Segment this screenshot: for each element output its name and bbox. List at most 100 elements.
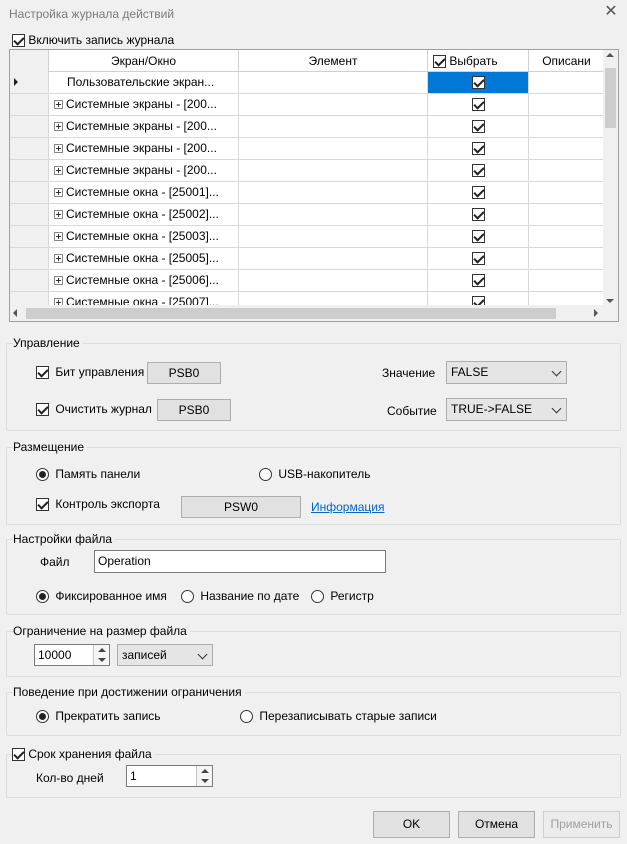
export-control-checkbox[interactable]: Контроль экспорта bbox=[36, 497, 160, 512]
days-stepper[interactable]: 1 bbox=[126, 765, 213, 787]
size-limit-stepper[interactable]: 10000 bbox=[34, 644, 110, 666]
table-row[interactable]: Системные окна - [25005]... bbox=[10, 248, 605, 270]
row-select-checkbox[interactable] bbox=[471, 186, 485, 200]
checkbox-icon[interactable] bbox=[12, 34, 25, 48]
stepper-up-icon[interactable] bbox=[94, 645, 109, 655]
date-name-radio[interactable]: Название по дате bbox=[181, 589, 299, 604]
select-cell[interactable] bbox=[428, 94, 529, 115]
ok-button[interactable]: OK bbox=[373, 811, 450, 838]
description-cell[interactable] bbox=[529, 138, 605, 159]
scroll-left-icon[interactable] bbox=[13, 309, 17, 317]
radio-icon[interactable] bbox=[36, 468, 49, 482]
description-cell[interactable] bbox=[529, 226, 605, 247]
row-header[interactable] bbox=[10, 94, 49, 115]
panel-memory-radio[interactable]: Память панели bbox=[36, 467, 140, 482]
row-select-checkbox[interactable] bbox=[471, 76, 485, 90]
select-cell[interactable] bbox=[428, 138, 529, 159]
row-select-checkbox[interactable] bbox=[471, 98, 485, 112]
event-select[interactable]: TRUE->FALSE bbox=[446, 398, 567, 421]
table-row[interactable]: Системные экраны - [200... bbox=[10, 116, 605, 138]
row-select-checkbox[interactable] bbox=[471, 120, 485, 134]
screens-grid[interactable]: Экран/Окно Элемент Выбрать Описани Польз… bbox=[9, 49, 619, 322]
screen-cell[interactable]: Системные экраны - [200... bbox=[49, 94, 239, 115]
grid-horizontal-scrollbar[interactable] bbox=[10, 305, 618, 321]
register-radio[interactable]: Регистр bbox=[311, 589, 374, 604]
apply-button[interactable]: Применить bbox=[543, 811, 620, 838]
radio-icon[interactable] bbox=[181, 590, 194, 604]
select-cell[interactable] bbox=[428, 182, 529, 203]
description-cell[interactable] bbox=[529, 94, 605, 115]
screen-cell[interactable]: Системные экраны - [200... bbox=[49, 116, 239, 137]
expand-icon[interactable] bbox=[54, 166, 63, 176]
fixed-name-radio[interactable]: Фиксированное имя bbox=[36, 589, 167, 604]
element-cell[interactable] bbox=[239, 270, 428, 291]
description-cell[interactable] bbox=[529, 116, 605, 137]
row-header[interactable] bbox=[10, 204, 49, 225]
screen-cell[interactable]: Пользовательские экран... bbox=[49, 72, 239, 93]
enable-logging-checkbox[interactable]: Включить запись журнала bbox=[12, 33, 174, 48]
control-bit-address[interactable]: PSB0 bbox=[147, 362, 221, 384]
description-cell[interactable] bbox=[529, 182, 605, 203]
row-header[interactable] bbox=[10, 72, 49, 93]
expand-icon[interactable] bbox=[54, 232, 63, 242]
screen-cell[interactable]: Системные окна - [25001]... bbox=[49, 182, 239, 203]
description-cell[interactable] bbox=[529, 204, 605, 225]
element-cell[interactable] bbox=[239, 138, 428, 159]
control-bit-checkbox[interactable]: Бит управления bbox=[36, 365, 144, 380]
stepper-buttons[interactable] bbox=[196, 766, 212, 786]
checkbox-icon[interactable] bbox=[36, 498, 49, 512]
stop-recording-radio[interactable]: Прекратить запись bbox=[36, 709, 161, 724]
row-header[interactable] bbox=[10, 248, 49, 269]
select-cell[interactable] bbox=[428, 116, 529, 137]
table-row[interactable]: Пользовательские экран... bbox=[10, 72, 605, 94]
checkbox-icon[interactable] bbox=[12, 748, 25, 762]
expand-icon[interactable] bbox=[54, 188, 63, 198]
retention-checkbox[interactable]: Срок хранения файла bbox=[12, 747, 155, 762]
checkbox-icon[interactable] bbox=[36, 366, 49, 380]
screen-cell[interactable]: Системные экраны - [200... bbox=[49, 138, 239, 159]
column-header-select[interactable]: Выбрать bbox=[428, 50, 529, 72]
expand-icon[interactable] bbox=[54, 276, 63, 286]
value-select[interactable]: FALSE bbox=[446, 361, 567, 384]
usb-radio[interactable]: USB-накопитель bbox=[259, 467, 370, 482]
horizontal-scroll-thumb[interactable] bbox=[26, 308, 556, 319]
row-header[interactable] bbox=[10, 270, 49, 291]
screen-cell[interactable]: Системные окна - [25006]... bbox=[49, 270, 239, 291]
select-all-checkbox[interactable] bbox=[433, 55, 446, 69]
screen-cell[interactable]: Системные окна - [25002]... bbox=[49, 204, 239, 225]
row-select-checkbox[interactable] bbox=[471, 230, 485, 244]
row-header[interactable] bbox=[10, 138, 49, 159]
column-header-screen[interactable]: Экран/Окно bbox=[49, 50, 239, 72]
expand-icon[interactable] bbox=[54, 210, 63, 220]
radio-icon[interactable] bbox=[36, 710, 49, 724]
file-name-input[interactable]: Operation bbox=[94, 550, 386, 573]
row-select-checkbox[interactable] bbox=[471, 142, 485, 156]
description-cell[interactable] bbox=[529, 160, 605, 181]
table-row[interactable]: Системные окна - [25001]... bbox=[10, 182, 605, 204]
table-row[interactable]: Системные экраны - [200... bbox=[10, 138, 605, 160]
row-select-checkbox[interactable] bbox=[471, 252, 485, 266]
expand-icon[interactable] bbox=[54, 122, 63, 132]
vertical-scroll-thumb[interactable] bbox=[605, 68, 616, 128]
row-header[interactable] bbox=[10, 182, 49, 203]
select-cell[interactable] bbox=[428, 72, 529, 93]
stepper-buttons[interactable] bbox=[93, 645, 109, 665]
column-header-description[interactable]: Описани bbox=[529, 50, 605, 72]
row-select-checkbox[interactable] bbox=[471, 208, 485, 222]
row-header[interactable] bbox=[10, 160, 49, 181]
table-row[interactable]: Системные экраны - [200... bbox=[10, 160, 605, 182]
element-cell[interactable] bbox=[239, 248, 428, 269]
element-cell[interactable] bbox=[239, 204, 428, 225]
scroll-right-icon[interactable] bbox=[594, 309, 598, 317]
element-cell[interactable] bbox=[239, 94, 428, 115]
description-cell[interactable] bbox=[529, 72, 605, 93]
select-cell[interactable] bbox=[428, 270, 529, 291]
radio-icon[interactable] bbox=[240, 710, 253, 724]
clear-log-checkbox[interactable]: Очистить журнал bbox=[36, 402, 152, 417]
radio-icon[interactable] bbox=[259, 468, 272, 482]
cancel-button[interactable]: Отмена bbox=[458, 811, 535, 838]
element-cell[interactable] bbox=[239, 160, 428, 181]
stepper-down-icon[interactable] bbox=[94, 655, 109, 665]
element-cell[interactable] bbox=[239, 182, 428, 203]
select-cell[interactable] bbox=[428, 204, 529, 225]
